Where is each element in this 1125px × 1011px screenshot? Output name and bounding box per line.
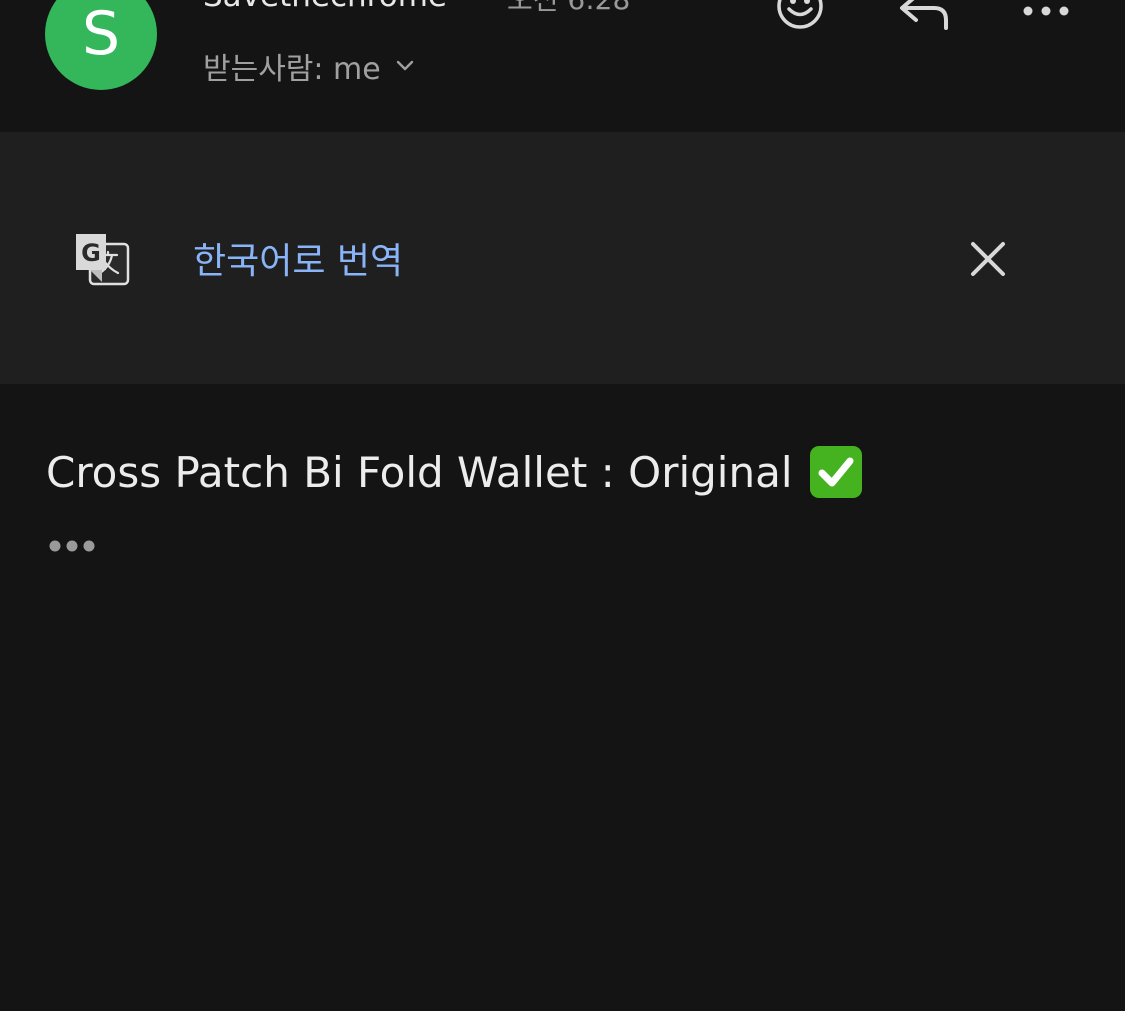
close-icon[interactable] bbox=[966, 237, 1010, 281]
chevron-down-icon bbox=[395, 60, 415, 72]
sent-time: 오전 6:28 bbox=[507, 0, 630, 18]
svg-text:G: G bbox=[81, 239, 101, 267]
recipient-details-toggle[interactable]: 받는사람: me bbox=[203, 44, 415, 88]
show-trimmed-content-button[interactable] bbox=[48, 536, 98, 556]
message-header: S Savethechrome 오전 6:28 받는사람: me bbox=[0, 0, 1125, 132]
recipient-label: 받는사람: me bbox=[203, 52, 381, 87]
sender-avatar[interactable]: S bbox=[45, 0, 157, 90]
avatar-letter: S bbox=[81, 0, 121, 69]
more-icon[interactable] bbox=[1020, 0, 1072, 32]
translate-banner bbox=[0, 132, 1125, 384]
check-mark-button-icon bbox=[808, 444, 864, 500]
reply-icon[interactable] bbox=[896, 0, 954, 32]
message-text: Cross Patch Bi Fold Wallet : Original bbox=[46, 447, 793, 497]
translate-to-korean-link[interactable]: 한국어로 번역 bbox=[193, 232, 403, 284]
message-body: Cross Patch Bi Fold Wallet : Original bbox=[46, 444, 864, 500]
google-translate-icon: G bbox=[72, 230, 130, 288]
sender-name: Savethechrome bbox=[203, 0, 447, 14]
emoji-icon[interactable] bbox=[774, 0, 826, 32]
